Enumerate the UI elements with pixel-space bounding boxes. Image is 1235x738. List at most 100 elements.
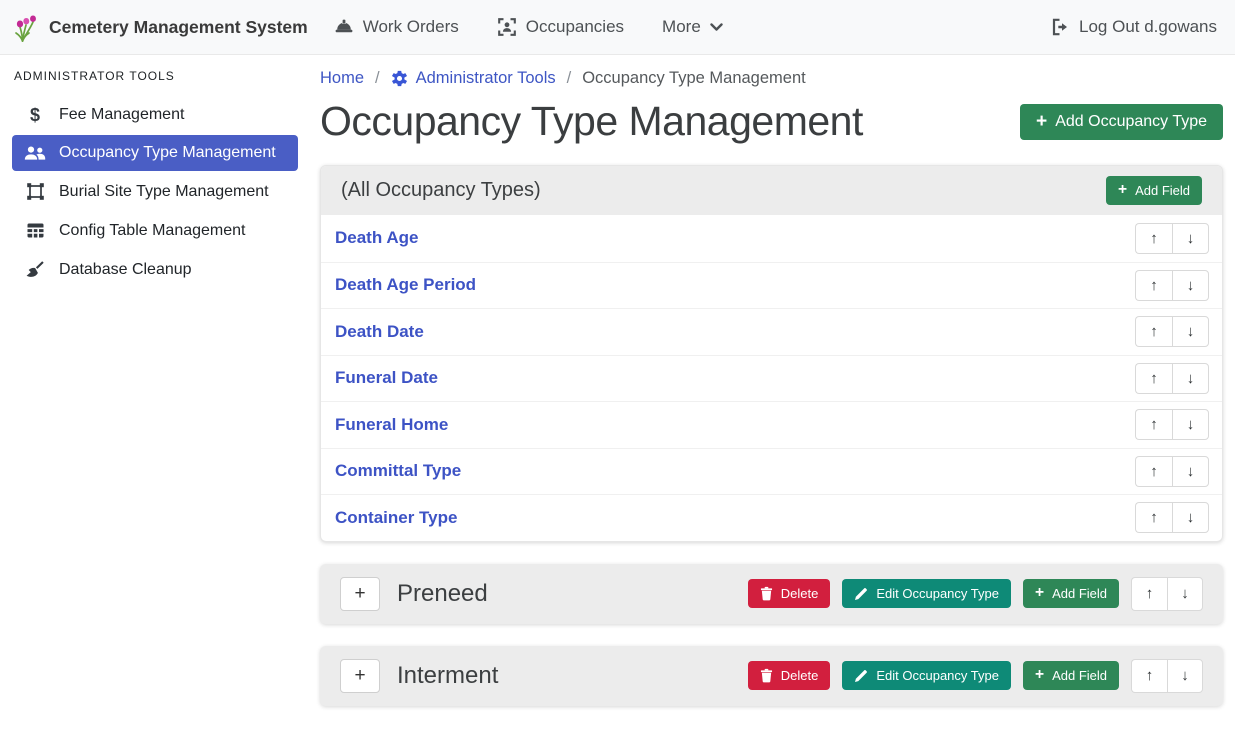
- nav-work-orders[interactable]: Work Orders: [334, 17, 459, 37]
- plus-icon: +: [1035, 669, 1044, 681]
- trash-icon: [760, 586, 773, 601]
- arrow-down-icon: ↓: [1181, 585, 1189, 602]
- sidebar-item-burial-site-type-management[interactable]: Burial Site Type Management: [12, 173, 298, 210]
- plus-icon: +: [1035, 587, 1044, 599]
- breadcrumb-separator: /: [567, 69, 572, 88]
- expand-section-button[interactable]: +: [340, 659, 380, 693]
- nav-occupancies[interactable]: Occupancies: [497, 17, 624, 37]
- field-row: Container Type ↑ ↓: [321, 494, 1222, 541]
- logout-button[interactable]: Log Out d.gowans: [1050, 17, 1217, 37]
- sidebar: ADMINISTRATOR TOOLS $ Fee Management Occ…: [0, 55, 310, 738]
- arrow-up-icon: ↑: [1150, 277, 1158, 294]
- add-field-button[interactable]: + Add Field: [1023, 661, 1119, 690]
- move-up-button[interactable]: ↑: [1135, 223, 1172, 254]
- move-up-button[interactable]: ↑: [1131, 659, 1167, 693]
- reorder-button-group: ↑ ↓: [1135, 456, 1209, 487]
- sidebar-item-label: Config Table Management: [59, 222, 246, 240]
- users-icon: [24, 145, 46, 162]
- move-down-button[interactable]: ↓: [1172, 270, 1209, 301]
- move-up-button[interactable]: ↑: [1135, 502, 1172, 533]
- nav-more-label: More: [662, 17, 701, 37]
- add-field-label: Add Field: [1052, 586, 1107, 601]
- section-title: Preneed: [397, 580, 748, 608]
- move-down-button[interactable]: ↓: [1172, 363, 1209, 394]
- edit-occupancy-type-button[interactable]: Edit Occupancy Type: [842, 661, 1011, 690]
- arrow-down-icon: ↓: [1181, 667, 1189, 684]
- move-down-button[interactable]: ↓: [1172, 316, 1209, 347]
- arrow-up-icon: ↑: [1150, 463, 1158, 480]
- delete-button[interactable]: Delete: [748, 579, 831, 608]
- logout-label: Log Out d.gowans: [1079, 17, 1217, 37]
- move-up-button[interactable]: ↑: [1135, 456, 1172, 487]
- section-actions: Delete Edit Occupancy Type + Add Field ↑: [748, 577, 1203, 611]
- expand-section-button[interactable]: +: [340, 577, 380, 611]
- nav-occupancies-label: Occupancies: [526, 17, 624, 37]
- add-field-button[interactable]: + Add Field: [1023, 579, 1119, 608]
- add-occupancy-type-button[interactable]: + Add Occupancy Type: [1020, 104, 1223, 140]
- top-navbar: Cemetery Management System Work Orders: [0, 0, 1235, 55]
- field-link-committal-type[interactable]: Committal Type: [335, 461, 1135, 481]
- field-link-funeral-date[interactable]: Funeral Date: [335, 368, 1135, 388]
- app-brand-link[interactable]: Cemetery Management System: [12, 11, 308, 43]
- move-up-button[interactable]: ↑: [1131, 577, 1167, 611]
- add-occupancy-type-label: Add Occupancy Type: [1055, 113, 1207, 131]
- add-field-label: Add Field: [1052, 668, 1107, 683]
- occupancies-frame-person-icon: [497, 17, 517, 37]
- arrow-down-icon: ↓: [1187, 277, 1195, 294]
- reorder-button-group: ↑ ↓: [1135, 316, 1209, 347]
- sidebar-item-label: Database Cleanup: [59, 261, 192, 279]
- reorder-button-group: ↑ ↓: [1131, 577, 1203, 611]
- delete-label: Delete: [781, 668, 819, 683]
- occupancy-type-section-preneed: + Preneed Delete: [320, 564, 1223, 624]
- plus-icon: +: [1036, 114, 1047, 129]
- sidebar-item-fee-management[interactable]: $ Fee Management: [12, 97, 298, 133]
- breadcrumb-admin-tools-link[interactable]: Administrator Tools: [391, 69, 556, 88]
- add-field-button[interactable]: + Add Field: [1106, 176, 1202, 205]
- sign-out-icon: [1050, 17, 1070, 37]
- sidebar-item-database-cleanup[interactable]: Database Cleanup: [12, 251, 298, 288]
- pencil-icon: [854, 669, 868, 683]
- move-up-button[interactable]: ↑: [1135, 270, 1172, 301]
- move-down-button[interactable]: ↓: [1172, 223, 1209, 254]
- arrow-up-icon: ↑: [1150, 370, 1158, 387]
- move-up-button[interactable]: ↑: [1135, 409, 1172, 440]
- reorder-button-group: ↑ ↓: [1135, 270, 1209, 301]
- move-up-button[interactable]: ↑: [1135, 316, 1172, 347]
- app-title: Cemetery Management System: [49, 17, 308, 38]
- arrow-up-icon: ↑: [1146, 667, 1154, 684]
- nav-work-orders-label: Work Orders: [363, 17, 459, 37]
- delete-button[interactable]: Delete: [748, 661, 831, 690]
- move-down-button[interactable]: ↓: [1167, 577, 1203, 611]
- move-down-button[interactable]: ↓: [1172, 456, 1209, 487]
- breadcrumb: Home / Administrator Tools / Occupancy T…: [320, 55, 1223, 90]
- field-row: Death Date ↑ ↓: [321, 308, 1222, 355]
- plus-icon: +: [354, 665, 365, 687]
- field-link-container-type[interactable]: Container Type: [335, 508, 1135, 528]
- main-content: Home / Administrator Tools / Occupancy T…: [310, 55, 1235, 738]
- edit-occupancy-type-button[interactable]: Edit Occupancy Type: [842, 579, 1011, 608]
- hard-hat-icon: [334, 17, 354, 37]
- sidebar-item-occupancy-type-management[interactable]: Occupancy Type Management: [12, 135, 298, 171]
- field-link-death-age[interactable]: Death Age: [335, 228, 1135, 248]
- sidebar-item-config-table-management[interactable]: Config Table Management: [12, 212, 298, 249]
- field-link-funeral-home[interactable]: Funeral Home: [335, 415, 1135, 435]
- move-down-button[interactable]: ↓: [1172, 409, 1209, 440]
- page-title-row: Occupancy Type Management + Add Occupanc…: [320, 98, 1223, 145]
- breadcrumb-separator: /: [375, 69, 380, 88]
- field-row: Committal Type ↑ ↓: [321, 448, 1222, 495]
- move-up-button[interactable]: ↑: [1135, 363, 1172, 394]
- nav-more[interactable]: More: [662, 17, 723, 37]
- field-link-death-date[interactable]: Death Date: [335, 322, 1135, 342]
- plus-icon: +: [354, 583, 365, 605]
- broom-icon: [24, 260, 46, 279]
- vector-square-icon: [24, 182, 46, 201]
- chevron-down-icon: [710, 23, 723, 32]
- field-link-death-age-period[interactable]: Death Age Period: [335, 275, 1135, 295]
- breadcrumb-home-link[interactable]: Home: [320, 69, 364, 88]
- move-down-button[interactable]: ↓: [1167, 659, 1203, 693]
- all-occupancy-types-header: (All Occupancy Types) + Add Field: [321, 166, 1222, 215]
- reorder-button-group: ↑ ↓: [1135, 409, 1209, 440]
- move-down-button[interactable]: ↓: [1172, 502, 1209, 533]
- reorder-button-group: ↑ ↓: [1135, 502, 1209, 533]
- plus-icon: +: [1118, 184, 1127, 196]
